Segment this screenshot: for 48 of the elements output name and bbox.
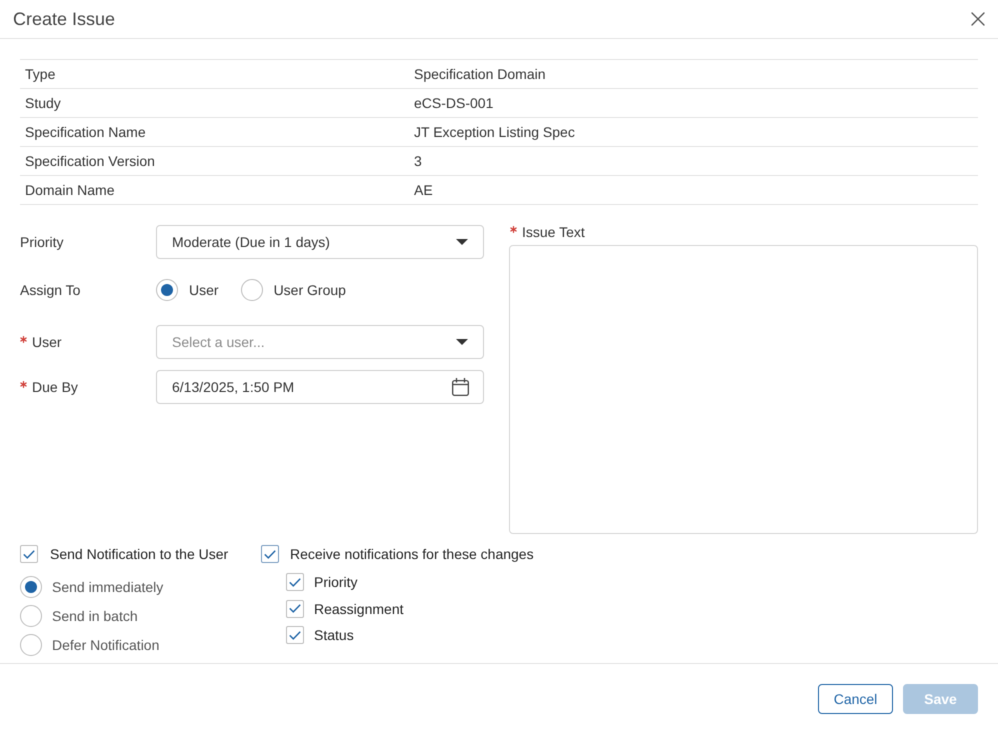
detail-label: Specification Version xyxy=(25,153,155,169)
radio-button[interactable] xyxy=(20,605,42,627)
checkbox-label[interactable]: Priority xyxy=(314,574,358,590)
dialog-title: Create Issue xyxy=(13,8,116,30)
detail-label: Specification Name xyxy=(25,124,146,140)
caret-icon xyxy=(456,239,468,245)
checkbox-label[interactable]: Status xyxy=(314,627,354,643)
detail-value: JT Exception Listing Spec xyxy=(414,124,575,140)
checkmark-icon xyxy=(264,550,276,558)
detail-value: eCS-DS-001 xyxy=(414,95,494,111)
caret-icon xyxy=(456,339,468,345)
radio-label[interactable]: Defer Notification xyxy=(52,637,160,653)
checkbox-label[interactable]: Reassignment xyxy=(314,600,404,616)
radio-label[interactable]: Send in batch xyxy=(52,608,138,624)
radio-button[interactable] xyxy=(156,279,178,301)
checkmark-icon xyxy=(289,604,301,613)
checkmark-icon xyxy=(23,550,35,558)
radio-label[interactable]: User xyxy=(189,282,219,298)
checkbox[interactable] xyxy=(286,573,304,591)
checkbox[interactable] xyxy=(20,545,38,563)
detail-label: Domain Name xyxy=(25,182,114,198)
field-label: Issue Text xyxy=(522,224,585,240)
detail-value: 3 xyxy=(414,153,422,169)
radio-button[interactable] xyxy=(20,634,42,656)
checkmark-icon xyxy=(289,630,301,640)
checkmark-icon xyxy=(289,578,301,586)
detail-value: Specification Domain xyxy=(414,66,546,82)
dropdown[interactable]: Moderate (Due in 1 days) xyxy=(156,225,484,259)
checkbox[interactable] xyxy=(286,600,304,618)
checkbox-label[interactable]: Receive notifications for these changes xyxy=(290,546,534,562)
date-field[interactable]: 6/13/2025, 1:50 PM xyxy=(156,370,484,404)
radio-label[interactable]: User Group xyxy=(274,282,346,298)
radio-button[interactable] xyxy=(240,279,263,301)
radio-label[interactable]: Send immediately xyxy=(52,579,164,595)
field-label: Assign To xyxy=(20,282,80,298)
field-label: User xyxy=(32,334,62,350)
calendar-icon[interactable] xyxy=(452,378,469,396)
radio-button[interactable] xyxy=(20,576,42,598)
checkbox[interactable] xyxy=(261,545,279,563)
detail-label: Study xyxy=(25,95,61,111)
checkbox[interactable] xyxy=(286,626,304,644)
detail-label: Type xyxy=(25,66,56,82)
detail-value: AE xyxy=(414,182,433,198)
field-label: Due By xyxy=(32,379,78,395)
field-label: Priority xyxy=(20,234,64,250)
checkbox-label[interactable]: Send Notification to the User xyxy=(50,546,228,562)
cancel-button[interactable]: Cancel xyxy=(818,684,893,714)
close-icon[interactable] xyxy=(971,12,985,26)
